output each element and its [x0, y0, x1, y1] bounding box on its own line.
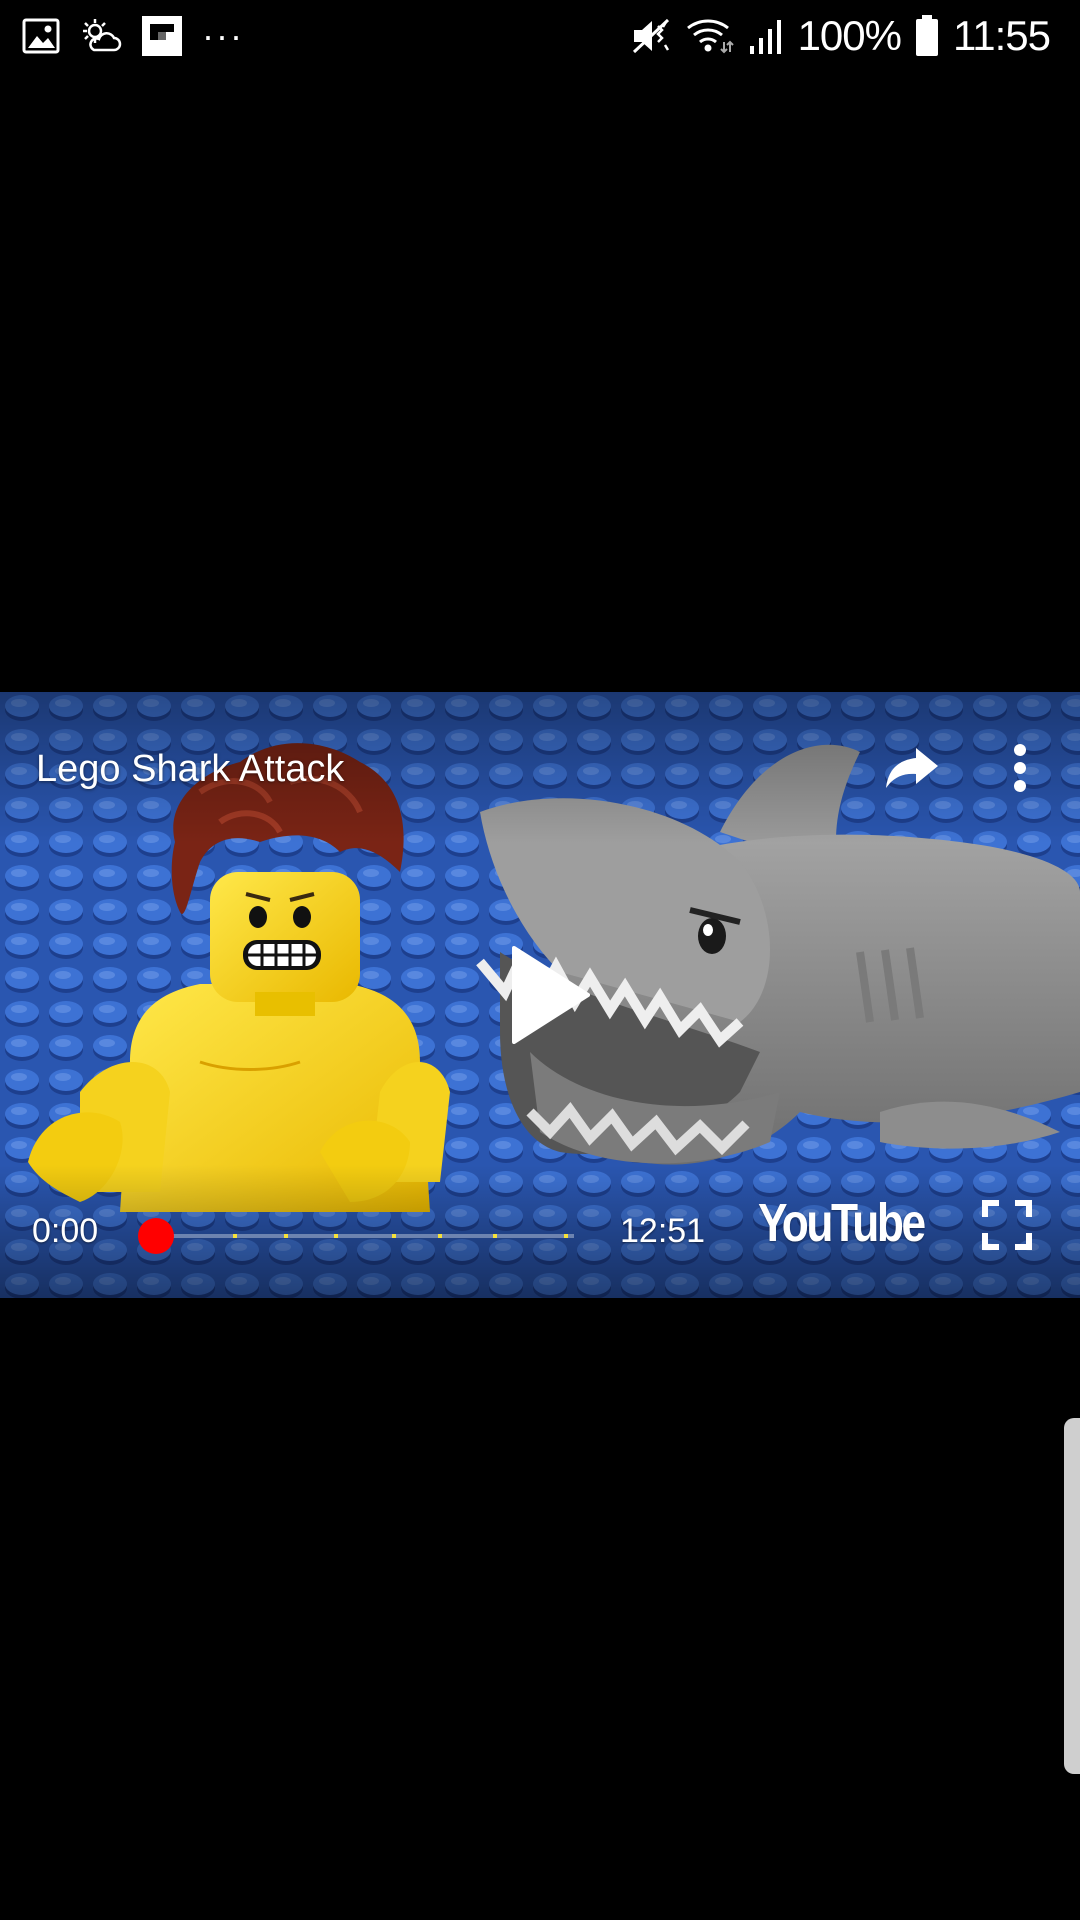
- share-icon: [886, 748, 938, 788]
- signal-icon: [748, 16, 784, 56]
- current-time: 0:00: [32, 1212, 99, 1250]
- scroll-handle[interactable]: [1064, 1418, 1080, 1774]
- fullscreen-icon: [982, 1200, 1032, 1250]
- play-icon: [512, 946, 590, 1044]
- video-title[interactable]: Lego Shark Attack: [36, 748, 344, 791]
- more-options-button[interactable]: [1000, 736, 1040, 800]
- gallery-icon: [22, 17, 60, 55]
- mute-vibrate-icon: [630, 16, 672, 56]
- fullscreen-button[interactable]: [982, 1200, 1032, 1250]
- chapter-marker: [284, 1234, 288, 1238]
- wifi-icon: [686, 16, 734, 56]
- battery-percent: 100%: [797, 12, 902, 59]
- clock: 11:55: [953, 12, 1051, 59]
- share-button[interactable]: [880, 736, 944, 800]
- seek-bar[interactable]: [156, 1234, 574, 1238]
- weather-icon: [80, 17, 122, 55]
- more-vert-icon: [1014, 744, 1026, 792]
- more-notifications-icon: ···: [202, 15, 244, 56]
- battery-icon: [915, 15, 939, 57]
- flipboard-icon: [142, 16, 182, 56]
- chapter-marker: [392, 1234, 396, 1238]
- play-button[interactable]: [500, 940, 600, 1050]
- screen: ··· 100% 11:55 Lego Shark Attack 0:00 12…: [0, 0, 1080, 1920]
- chapter-marker: [493, 1234, 497, 1238]
- chapter-marker: [334, 1234, 338, 1238]
- status-bar: ··· 100% 11:55: [0, 0, 1080, 72]
- status-bar-system: 100% 11:55: [630, 10, 1051, 62]
- chapter-marker: [438, 1234, 442, 1238]
- chapter-marker: [564, 1234, 568, 1238]
- total-duration: 12:51: [620, 1212, 706, 1250]
- status-bar-notifications: ···: [22, 14, 244, 58]
- seek-scrubber[interactable]: [138, 1218, 174, 1254]
- chapter-marker: [233, 1234, 237, 1238]
- youtube-logo[interactable]: YouTube: [758, 1192, 926, 1254]
- video-player[interactable]: Lego Shark Attack 0:00 12:51 YouTube: [0, 692, 1080, 1298]
